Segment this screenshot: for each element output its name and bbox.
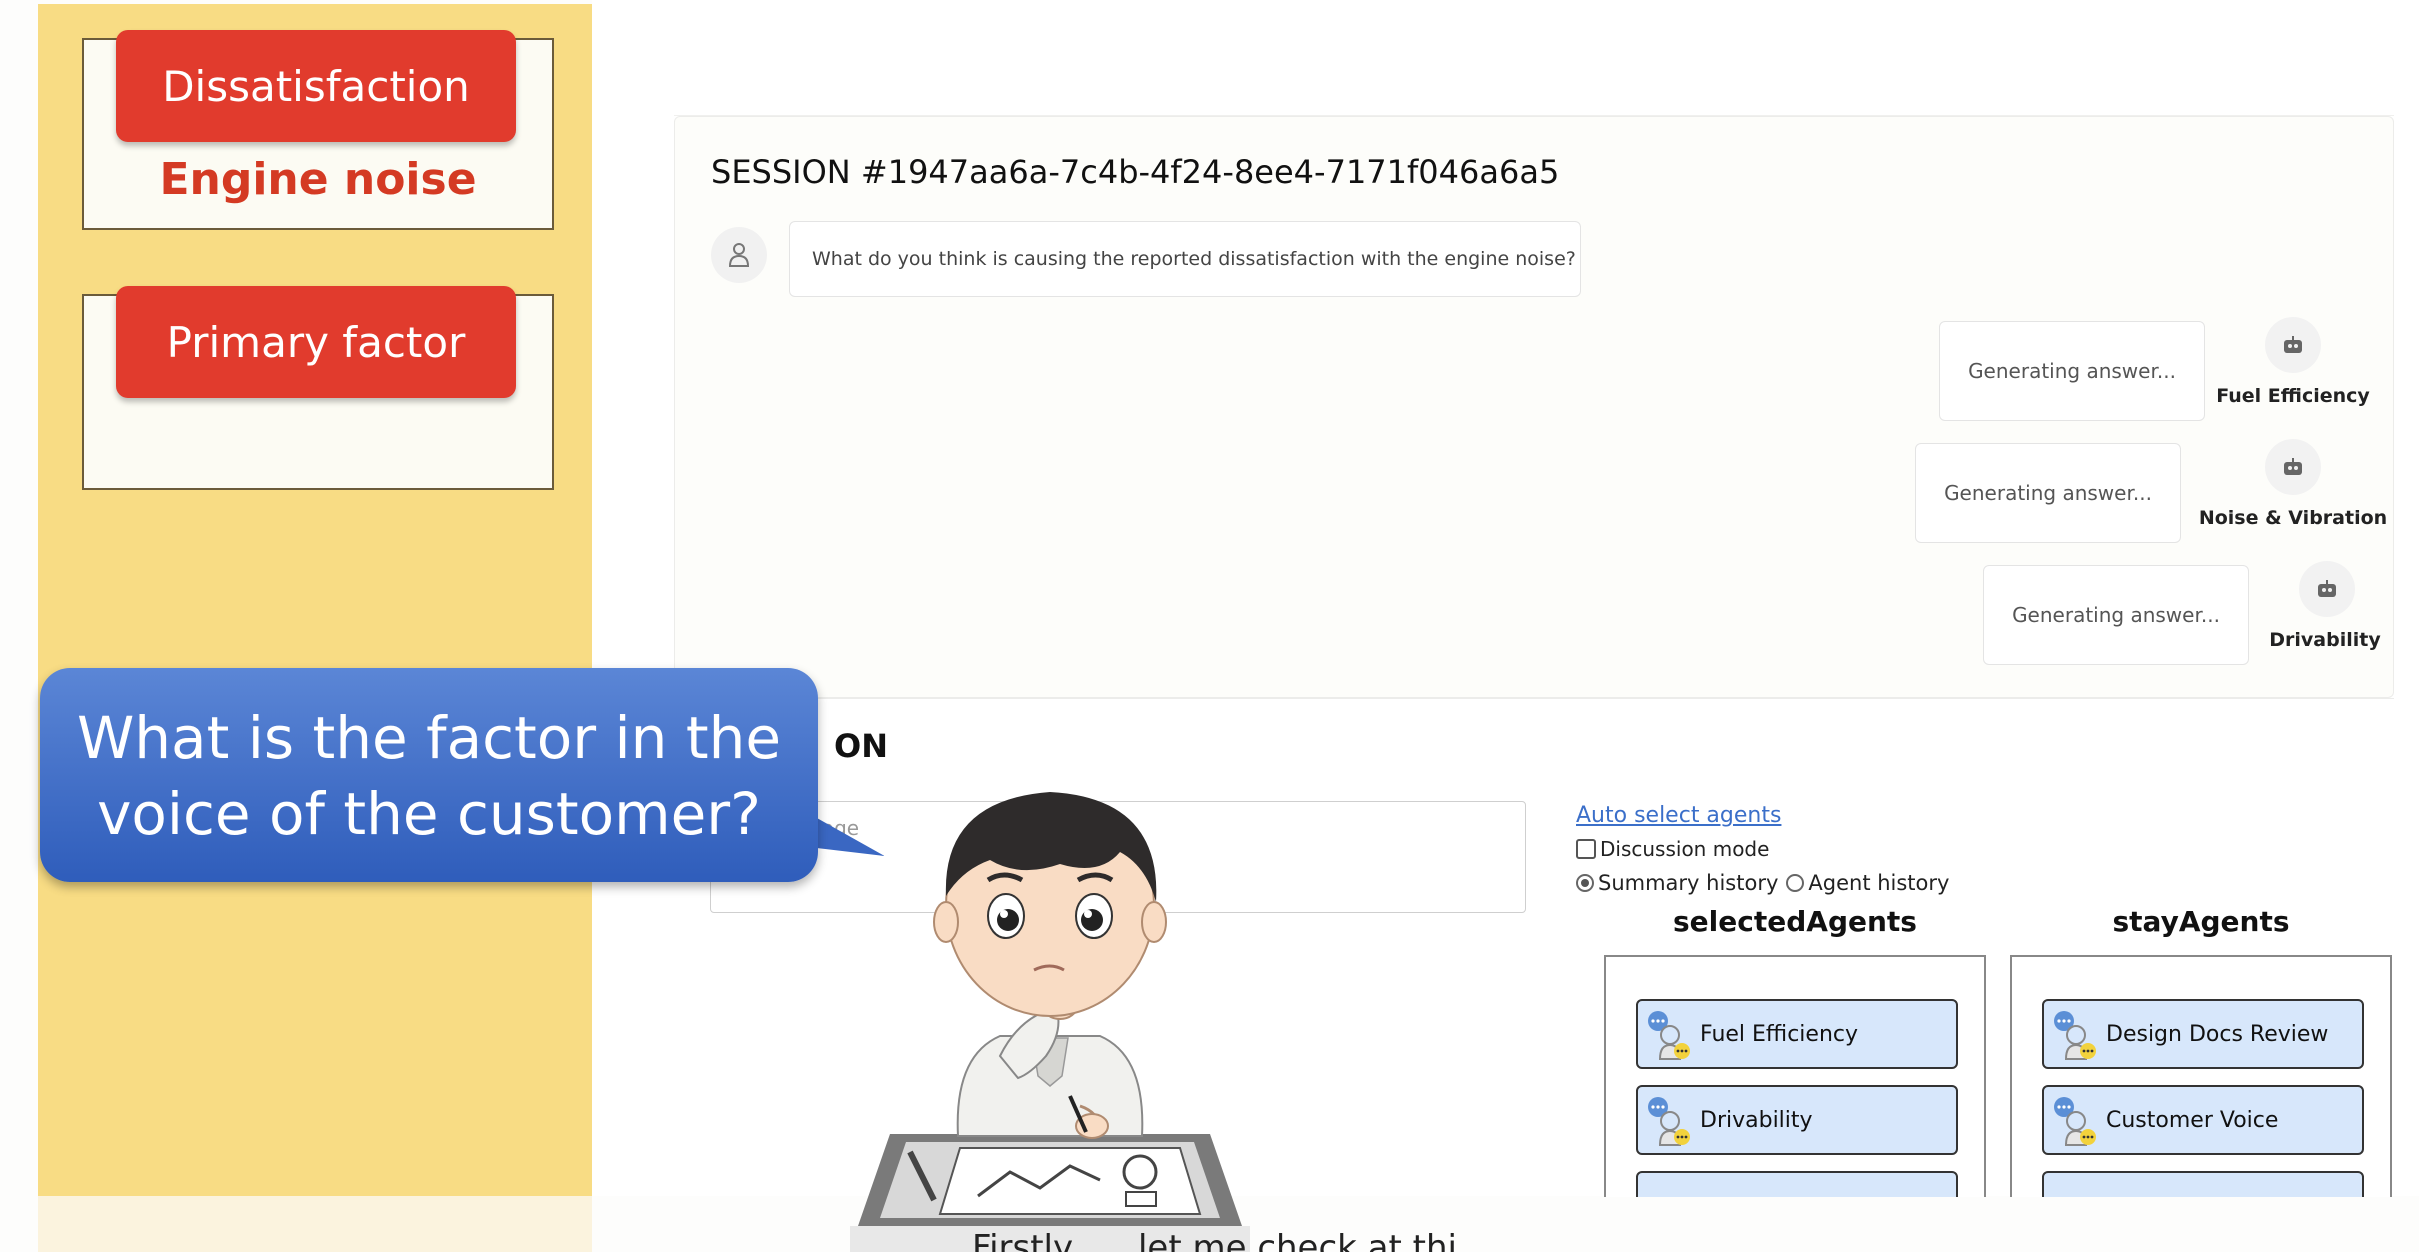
- callout-text: What is the factor in the voice of the c…: [76, 704, 782, 848]
- agent-chip-label: Design Docs Review: [2106, 1021, 2329, 1047]
- stay-agents-list: Design Docs Review Customer Voice: [2010, 955, 2392, 1197]
- session-title: SESSION #1947aa6a-7c4b-4f24-8ee4-7171f04…: [711, 153, 1560, 191]
- agent-chip[interactable]: Drivability: [1636, 1085, 1958, 1155]
- agent-chip-label: Customer Voice: [2106, 1107, 2279, 1133]
- user-message: What do you think is causing the reporte…: [789, 221, 1581, 297]
- thinking-character-illustration: [850, 792, 1250, 1252]
- selected-agents-header: selectedAgents: [1673, 905, 1917, 938]
- summary-history-label: Summary history: [1598, 871, 1779, 895]
- agent-history-label: Agent history: [1808, 871, 1950, 895]
- user-icon: [711, 227, 767, 283]
- agent-name-label: Drivability: [2269, 629, 2381, 651]
- answer-bubble: Generating answer...: [1983, 565, 2249, 665]
- video-caption: Firstly, ... let me check at thi...: [972, 1228, 1490, 1252]
- robot-icon: [2265, 317, 2321, 373]
- agent-chip[interactable]: Fuel Efficiency: [1636, 999, 1958, 1069]
- callout-bubble: What is the factor in the voice of the c…: [40, 668, 818, 882]
- dissatisfaction-label: Dissatisfaction: [116, 30, 516, 142]
- agent-chip-label: Fuel Efficiency: [1700, 1021, 1859, 1047]
- primary-factor-label: Primary factor: [116, 286, 516, 398]
- screen: Dissatisfaction Engine noise Primary fac…: [0, 0, 2419, 1252]
- app-header: [674, 26, 2394, 116]
- agent-chat-icon: [2054, 1097, 2096, 1146]
- robot-icon: [2299, 561, 2355, 617]
- agent-chip[interactable]: Customer Voice: [2042, 1085, 2364, 1155]
- panel-footer: [38, 1196, 592, 1252]
- agent-chat-icon: [1648, 1097, 1690, 1146]
- agent-chip[interactable]: [2042, 1171, 2364, 1197]
- agent-chip[interactable]: Design Docs Review: [2042, 999, 2364, 1069]
- agent-chip-label: Drivability: [1700, 1107, 1813, 1133]
- dissatisfaction-value: Engine noise: [159, 154, 477, 205]
- answer-bubble: Generating answer...: [1939, 321, 2205, 421]
- summary-history-radio[interactable]: [1576, 874, 1594, 892]
- discussion-mode-label: Discussion mode: [1600, 837, 1770, 861]
- selected-agents-list: Fuel Efficiency Drivability: [1604, 955, 1986, 1197]
- history-mode-group: Summary history Agent history: [1576, 871, 1949, 895]
- agent-chip[interactable]: [1636, 1171, 1958, 1197]
- discussion-mode-option[interactable]: Discussion mode: [1576, 837, 1769, 861]
- agent-chat-icon: [2054, 1011, 2096, 1060]
- session-panel: SESSION #1947aa6a-7c4b-4f24-8ee4-7171f04…: [674, 116, 2394, 698]
- discussion-mode-checkbox[interactable]: [1576, 839, 1596, 859]
- agent-chat-icon: [1648, 1011, 1690, 1060]
- agent-name-label: Noise & Vibration: [2198, 507, 2388, 529]
- answer-bubble: Generating answer...: [1915, 443, 2181, 543]
- agent-history-radio[interactable]: [1786, 874, 1805, 892]
- stay-agents-header: stayAgents: [2112, 905, 2290, 938]
- agent-name-label: Fuel Efficiency: [2216, 385, 2370, 407]
- auto-select-agents-link[interactable]: Auto select agents: [1576, 803, 1781, 828]
- robot-icon: [2265, 439, 2321, 495]
